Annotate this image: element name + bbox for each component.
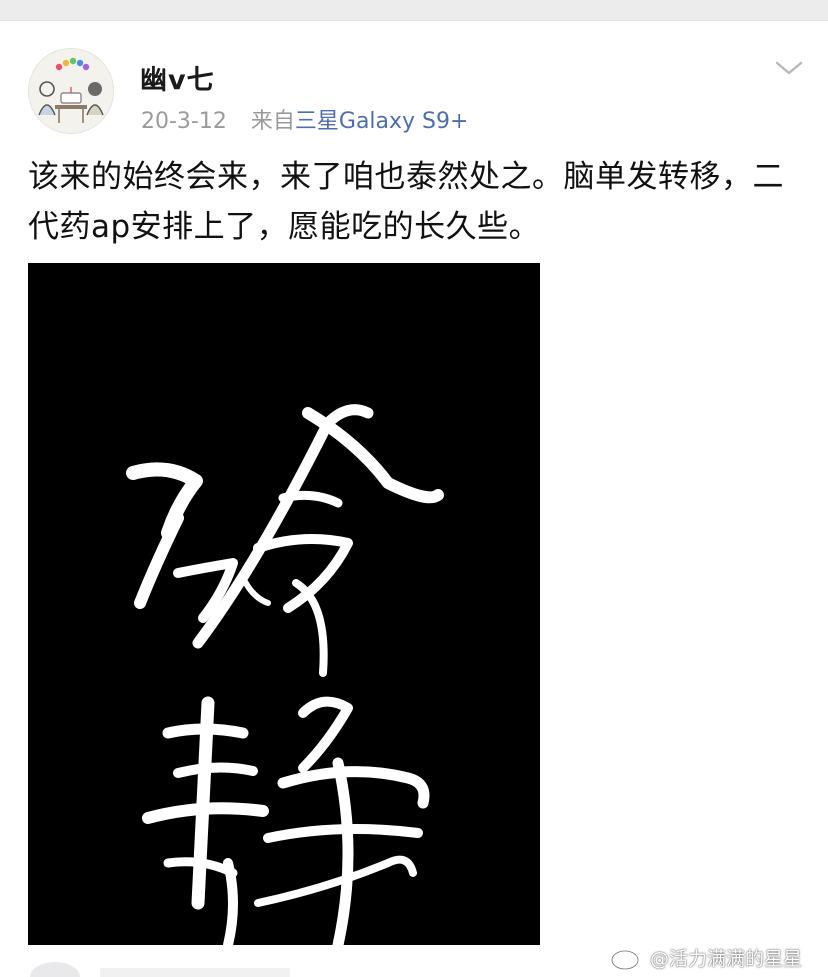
post-body-text: 该来的始终会来，来了咱也泰然处之。脑单发转移，二代药ap安排上了，愿能吃的长久些… <box>28 159 784 245</box>
next-post-avatar[interactable] <box>30 962 80 977</box>
username[interactable]: 幽v七 <box>140 58 215 97</box>
post-meta: 20-3-12 来自三星Galaxy S9+ <box>141 103 468 135</box>
source-device-link[interactable]: 三星Galaxy S9+ <box>295 109 469 134</box>
avatar[interactable] <box>28 48 114 134</box>
weibo-watermark: @活力满满的星星 <box>610 942 802 972</box>
source-prefix: 来自 <box>250 109 295 134</box>
weibo-logo-icon <box>611 946 642 970</box>
post-image[interactable] <box>28 263 540 945</box>
watermark-text: @活力满满的星星 <box>650 947 803 970</box>
avatar-illustration-icon <box>29 49 113 133</box>
calligraphy-image <box>28 263 540 945</box>
post-date: 20-3-12 <box>141 109 227 134</box>
weibo-post-screenshot: 幽v七 20-3-12 来自三星Galaxy S9+ 该来的始终会来，来了咱也泰… <box>0 0 828 977</box>
next-post-placeholder <box>100 968 290 977</box>
top-divider <box>0 0 828 21</box>
chevron-down-icon[interactable] <box>774 58 804 78</box>
